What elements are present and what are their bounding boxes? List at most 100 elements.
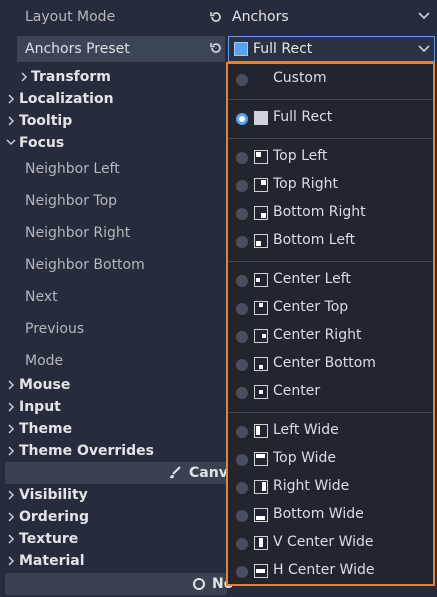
category-bar-canvas: Canva	[5, 462, 237, 484]
menu-item-label: Center	[273, 383, 321, 399]
menu-item-label: Top Wide	[273, 450, 336, 466]
menu-separator	[228, 412, 433, 413]
radio-icon	[236, 152, 248, 164]
menu-item-center[interactable]: Center	[228, 379, 433, 407]
menu-separator	[228, 261, 433, 262]
section-material[interactable]: Material	[19, 551, 85, 571]
section-ordering[interactable]: Ordering	[19, 507, 89, 527]
focus-prop-next: Next	[25, 289, 58, 305]
chevron-right-icon[interactable]	[8, 116, 15, 126]
menu-item-v-center-wide[interactable]: V Center Wide	[228, 530, 433, 558]
menu-item-label: Custom	[273, 70, 327, 86]
layout-mode-label: Layout Mode	[25, 9, 116, 25]
menu-item-label: Full Rect	[273, 109, 333, 125]
category-bar-node: No	[5, 573, 233, 595]
section-texture[interactable]: Texture	[19, 529, 78, 549]
section-visibility[interactable]: Visibility	[19, 485, 88, 505]
section-localization[interactable]: Localization	[19, 89, 114, 109]
section-tooltip[interactable]: Tooltip	[19, 111, 72, 131]
chevron-right-icon[interactable]	[8, 512, 15, 522]
chevron-right-icon[interactable]	[8, 446, 15, 456]
anchor-center-top-icon	[254, 301, 268, 315]
radio-icon	[236, 426, 248, 438]
menu-item-center-left[interactable]: Center Left	[228, 267, 433, 295]
radio-icon	[236, 454, 248, 466]
menu-item-top-wide[interactable]: Top Wide	[228, 446, 433, 474]
menu-item-label: Right Wide	[273, 478, 350, 494]
anchors-preset-label-bg: Anchors Preset	[17, 36, 225, 62]
menu-item-label: H Center Wide	[273, 562, 375, 578]
radio-icon	[236, 538, 248, 550]
section-mouse[interactable]: Mouse	[19, 375, 70, 395]
menu-item-top-right[interactable]: Top Right	[228, 172, 433, 200]
menu-item-label: Top Right	[273, 176, 338, 192]
menu-item-center-right[interactable]: Center Right	[228, 323, 433, 351]
section-input[interactable]: Input	[19, 397, 61, 417]
radio-icon	[236, 236, 248, 248]
radio-icon	[236, 359, 248, 371]
menu-item-label: V Center Wide	[273, 534, 374, 550]
chevron-right-icon[interactable]	[8, 380, 15, 390]
radio-icon	[236, 387, 248, 399]
menu-item-center-bottom[interactable]: Center Bottom	[228, 351, 433, 379]
radio-icon	[236, 208, 248, 220]
section-transform[interactable]: Transform	[31, 67, 111, 87]
anchor-left-wide-icon	[254, 424, 268, 438]
chevron-right-icon[interactable]	[8, 534, 15, 544]
anchor-top-left-icon	[254, 150, 268, 164]
focus-prop-neighbor-right: Neighbor Right	[25, 225, 131, 241]
chevron-right-icon[interactable]	[8, 402, 15, 412]
focus-prop-mode: Mode	[25, 353, 64, 369]
section-theme[interactable]: Theme	[19, 419, 72, 439]
menu-item-bottom-right[interactable]: Bottom Right	[228, 200, 433, 228]
chevron-right-icon[interactable]	[21, 72, 28, 82]
anchor-center-bottom-icon	[254, 357, 268, 371]
section-theme-overrides[interactable]: Theme Overrides	[19, 441, 154, 461]
menu-item-label: Bottom Wide	[273, 506, 364, 522]
menu-item-center-top[interactable]: Center Top	[228, 295, 433, 323]
menu-item-left-wide[interactable]: Left Wide	[228, 418, 433, 446]
chevron-right-icon[interactable]	[8, 424, 15, 434]
full-rect-icon	[234, 42, 248, 56]
layout-mode-value[interactable]: Anchors	[232, 7, 289, 27]
radio-icon	[236, 331, 248, 343]
menu-item-full-rect[interactable]: Full Rect	[228, 105, 433, 133]
chevron-down-icon	[418, 45, 430, 53]
anchor-center-right-icon	[254, 329, 268, 343]
chevron-right-icon[interactable]	[8, 490, 15, 500]
anchors-preset-select[interactable]: Full Rect	[228, 36, 435, 62]
anchor-h-center-wide-icon	[254, 564, 268, 578]
revert-icon[interactable]	[209, 10, 223, 24]
focus-prop-neighbor-left: Neighbor Left	[25, 161, 120, 177]
menu-item-top-left[interactable]: Top Left	[228, 144, 433, 172]
menu-item-bottom-left[interactable]: Bottom Left	[228, 228, 433, 256]
focus-prop-neighbor-top: Neighbor Top	[25, 193, 118, 209]
anchor-bottom-left-icon	[254, 234, 268, 248]
anchor-center-icon	[254, 385, 268, 399]
chevron-right-icon[interactable]	[8, 94, 15, 104]
anchors-preset-dropdown: Custom Full Rect Top Left Top Right Bott…	[226, 62, 435, 586]
anchor-center-left-icon	[254, 273, 268, 287]
revert-icon[interactable]	[209, 41, 223, 55]
anchor-bottom-wide-icon	[254, 508, 268, 522]
menu-item-right-wide[interactable]: Right Wide	[228, 474, 433, 502]
menu-item-label: Center Bottom	[273, 355, 376, 371]
menu-item-bottom-wide[interactable]: Bottom Wide	[228, 502, 433, 530]
menu-item-label: Left Wide	[273, 422, 339, 438]
menu-item-label: Center Top	[273, 299, 349, 315]
section-focus[interactable]: Focus	[19, 133, 64, 153]
chevron-right-icon[interactable]	[8, 556, 15, 566]
radio-icon	[236, 303, 248, 315]
radio-selected-icon	[236, 113, 248, 125]
radio-icon	[236, 74, 248, 86]
focus-prop-neighbor-bottom: Neighbor Bottom	[25, 257, 145, 273]
menu-item-h-center-wide[interactable]: H Center Wide	[228, 558, 433, 586]
anchor-right-wide-icon	[254, 480, 268, 494]
chevron-down-icon[interactable]	[6, 139, 16, 146]
anchor-top-wide-icon	[254, 452, 268, 466]
menu-item-label: Bottom Right	[273, 204, 366, 220]
node-circle-icon	[192, 577, 206, 591]
menu-item-custom[interactable]: Custom	[228, 66, 433, 94]
focus-prop-previous: Previous	[25, 321, 85, 337]
chevron-down-icon[interactable]	[418, 12, 430, 20]
